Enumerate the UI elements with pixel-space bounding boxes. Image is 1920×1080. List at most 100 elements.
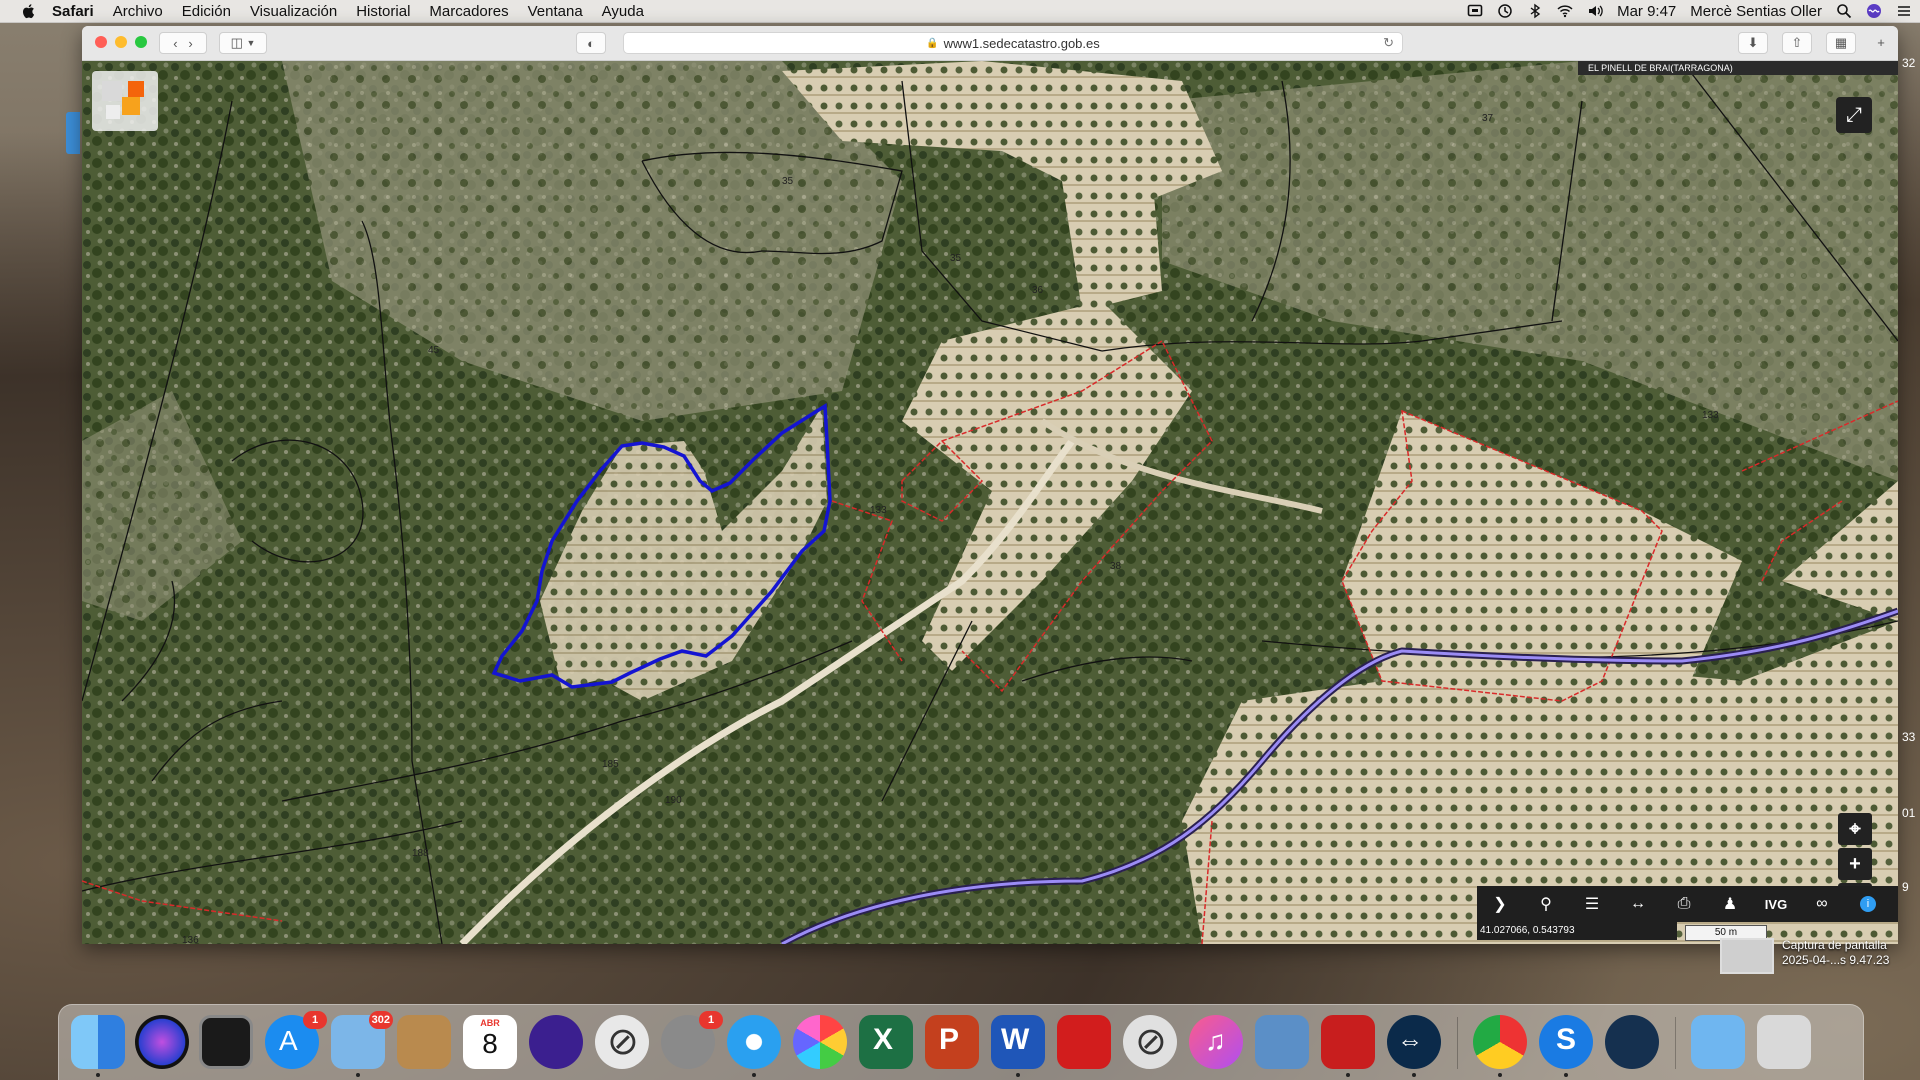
aerial-imagery: 35 35 36 45 133 133 38 185 190 188 136 3… xyxy=(82,61,1898,944)
menu-archivo[interactable]: Archivo xyxy=(113,3,163,20)
address-bar[interactable]: 🔒 www1.sedecatastro.gob.es ↻ xyxy=(623,32,1403,54)
photos-app-icon[interactable] xyxy=(793,1015,847,1069)
screenshot-name: Captura de pantalla xyxy=(1782,938,1887,952)
blocked-app-icon[interactable]: ⊘ xyxy=(595,1015,649,1069)
measure-button[interactable]: ↔ xyxy=(1615,886,1661,922)
chrome-app-icon[interactable] xyxy=(1473,1015,1527,1077)
powerpoint-app-icon[interactable]: P xyxy=(925,1015,979,1069)
imovie-app-icon[interactable] xyxy=(529,1015,583,1069)
menu-ventana[interactable]: Ventana xyxy=(528,3,583,20)
tab-overview-button[interactable]: ▦ xyxy=(1826,32,1856,54)
applications-folder-icon[interactable] xyxy=(1691,1015,1745,1069)
safari-app-icon[interactable] xyxy=(727,1015,781,1077)
menu-historial[interactable]: Historial xyxy=(356,3,410,20)
locate-button[interactable]: ⌖ xyxy=(1838,813,1872,845)
screenshot-date: 2025-04-...s 9.47.23 xyxy=(1782,953,1890,967)
svg-text:133: 133 xyxy=(1702,410,1719,421)
svg-text:133: 133 xyxy=(870,505,887,516)
minimize-window-button[interactable] xyxy=(115,36,127,48)
word-app-icon[interactable]: W xyxy=(991,1015,1045,1077)
bluetooth-icon[interactable] xyxy=(1527,3,1543,19)
music-app-icon[interactable]: ♫ xyxy=(1189,1015,1243,1069)
privacy-report-button[interactable]: ◐ xyxy=(576,32,606,54)
calendar-app-icon[interactable]: ABR 8 xyxy=(463,1015,517,1069)
forward-icon[interactable]: › xyxy=(188,36,192,51)
menu-clock[interactable]: Mar 9:47 xyxy=(1617,3,1676,20)
magnifier-icon: ⚲ xyxy=(1540,896,1552,913)
contacts-app-icon[interactable] xyxy=(397,1015,451,1069)
svg-text:188: 188 xyxy=(412,848,429,859)
svg-text:37: 37 xyxy=(1482,113,1494,124)
trash-icon[interactable] xyxy=(1757,1015,1811,1069)
desktop-edge-label: 9 xyxy=(1902,880,1909,894)
menu-app-name[interactable]: Safari xyxy=(52,3,94,20)
search-tool-button[interactable]: ⚲ xyxy=(1523,886,1569,922)
zoom-window-button[interactable] xyxy=(135,36,147,48)
quicktime-app-icon[interactable] xyxy=(1605,1015,1659,1069)
acrobat-reader-app-icon[interactable] xyxy=(1321,1015,1375,1077)
sidebar-toggle-button[interactable]: ◫ ▼ xyxy=(219,32,267,54)
a-glyph-icon: A xyxy=(279,1025,298,1056)
zoom-in-button[interactable]: + xyxy=(1838,848,1872,880)
binoculars-icon: ∞ xyxy=(1816,895,1828,912)
share-button[interactable]: ⇧ xyxy=(1782,32,1812,54)
prohibited-icon: ⊘ xyxy=(1135,1021,1167,1063)
ivg-button[interactable]: IVG xyxy=(1753,886,1799,922)
menu-visualizacion[interactable]: Visualización xyxy=(250,3,337,20)
compare-button[interactable]: ∞ xyxy=(1799,886,1845,922)
blocked-app-icon-2[interactable]: ⊘ xyxy=(1123,1015,1177,1069)
address-bar-url: www1.sedecatastro.gob.es xyxy=(943,35,1100,51)
streetview-button[interactable]: ♟ xyxy=(1707,886,1753,922)
desktop-edge-label: 33 xyxy=(1902,730,1916,744)
svg-text:45: 45 xyxy=(428,345,440,356)
siri-icon[interactable] xyxy=(1866,3,1882,19)
apple-icon[interactable] xyxy=(20,2,38,20)
catastro-logo-icon xyxy=(102,81,144,119)
preview-app-icon[interactable] xyxy=(1255,1015,1309,1069)
print-button[interactable]: ⎙ xyxy=(1661,886,1707,922)
prohibited-icon: ⊘ xyxy=(607,1021,639,1063)
app-store-icon[interactable]: A 1 xyxy=(265,1011,327,1069)
mail-app-icon[interactable]: 302 xyxy=(331,1011,393,1077)
layers-button[interactable]: ☰ xyxy=(1569,886,1615,922)
info-button[interactable]: i xyxy=(1845,886,1891,922)
running-indicator xyxy=(1412,1073,1416,1077)
airplay-icon[interactable] xyxy=(1467,3,1483,19)
photo-booth-app-icon[interactable] xyxy=(199,1015,253,1069)
system-preferences-icon[interactable]: 1 xyxy=(661,1011,723,1069)
menu-edicion[interactable]: Edición xyxy=(182,3,231,20)
fullscreen-button[interactable]: ⤢ xyxy=(1836,97,1872,133)
teamviewer-app-icon[interactable]: ⇔ xyxy=(1387,1015,1441,1077)
close-window-button[interactable] xyxy=(95,36,107,48)
volume-icon[interactable] xyxy=(1587,3,1603,19)
downloads-button[interactable]: ⬇ xyxy=(1738,32,1768,54)
cadastre-map[interactable]: 35 35 36 45 133 133 38 185 190 188 136 3… xyxy=(82,61,1898,944)
back-forward-buttons[interactable]: ‹ › xyxy=(159,32,207,54)
search-icon[interactable] xyxy=(1836,3,1852,19)
excel-app-icon[interactable]: X xyxy=(859,1015,913,1069)
screenshot-thumbnail[interactable] xyxy=(1720,938,1774,974)
browser-toolbar: ‹ › ◫ ▼ ◐ 🔒 www1.sedecatastro.gob.es ↻ ⬇… xyxy=(82,26,1898,61)
control-center-icon[interactable] xyxy=(1896,3,1912,19)
siri-app-icon[interactable] xyxy=(135,1015,189,1069)
plus-icon: + xyxy=(1877,34,1885,50)
wifi-icon[interactable] xyxy=(1557,3,1573,19)
collapse-toolbar-button[interactable]: ❯ xyxy=(1477,886,1523,922)
ivg-label: IVG xyxy=(1764,896,1788,912)
menu-user-name[interactable]: Mercè Sentias Oller xyxy=(1690,3,1822,20)
new-tab-button[interactable]: + xyxy=(1870,32,1892,52)
menu-ayuda[interactable]: Ayuda xyxy=(602,3,644,20)
menu-marcadores[interactable]: Marcadores xyxy=(429,3,508,20)
finder-app-icon[interactable] xyxy=(71,1015,125,1077)
time-machine-icon[interactable] xyxy=(1497,3,1513,19)
svg-text:190: 190 xyxy=(665,795,682,806)
acrobat-app-icon[interactable] xyxy=(1057,1015,1111,1069)
reload-icon[interactable]: ↻ xyxy=(1383,35,1394,51)
screenshot-label[interactable]: Captura de pantalla 2025-04-...s 9.47.23 xyxy=(1782,938,1889,968)
catastro-logo[interactable] xyxy=(92,71,158,131)
desktop-edge-label: 32 xyxy=(1902,56,1916,70)
back-icon[interactable]: ‹ xyxy=(173,36,177,51)
skype-app-icon[interactable]: S xyxy=(1539,1015,1593,1077)
pegman-icon: ♟ xyxy=(1722,896,1738,913)
dock-separator xyxy=(1675,1017,1676,1069)
